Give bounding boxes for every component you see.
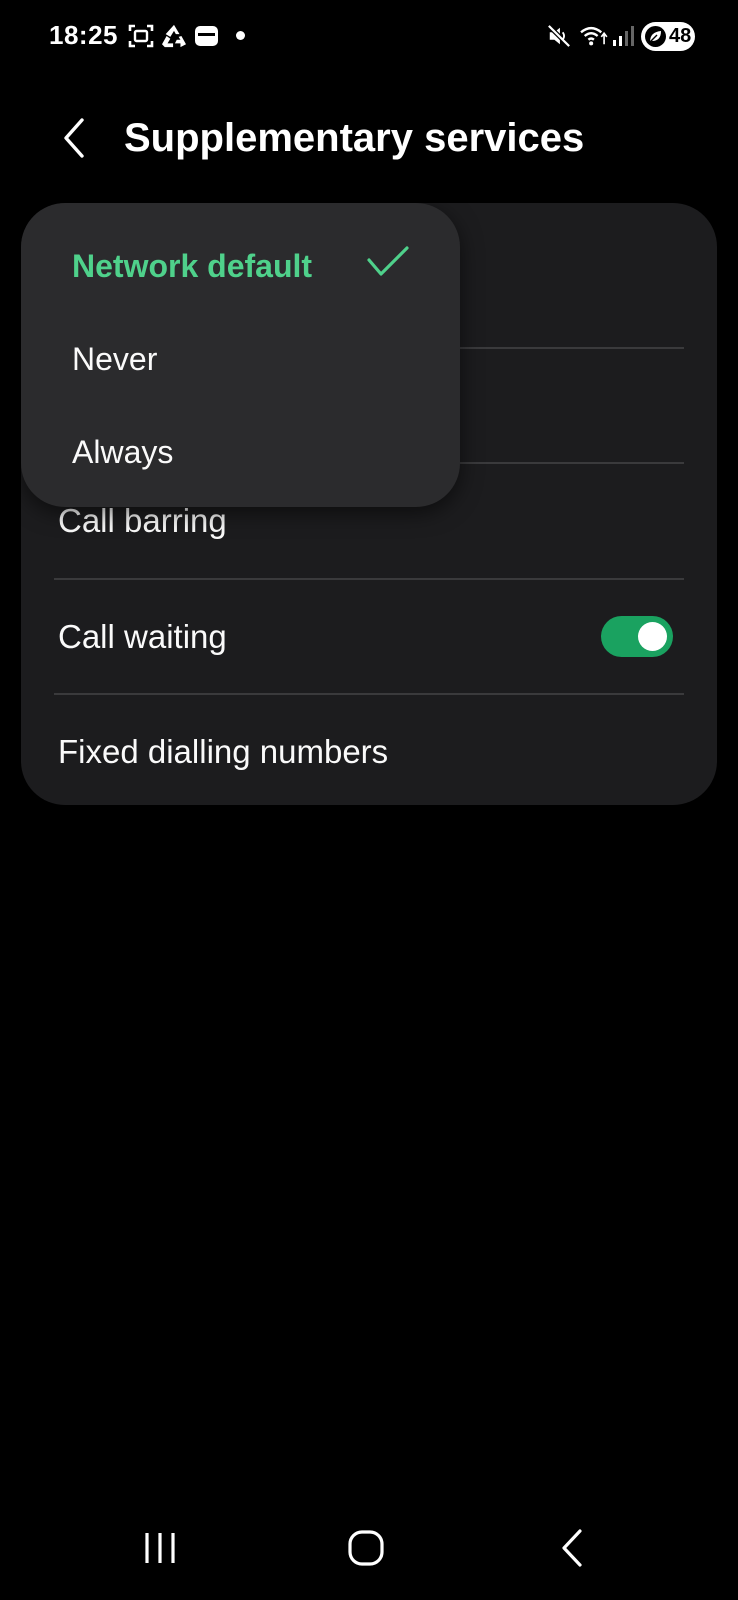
home-button[interactable] (326, 1520, 406, 1576)
screenshot-icon (128, 24, 154, 48)
battery-indicator: 48 (641, 22, 695, 51)
home-icon (348, 1530, 384, 1566)
wallet-icon (195, 26, 218, 46)
status-time: 18:25 (49, 20, 118, 50)
back-icon (562, 1529, 582, 1567)
nav-back-button[interactable] (532, 1520, 612, 1576)
recents-button[interactable] (120, 1520, 200, 1576)
option-label: Network default (72, 248, 313, 284)
option-never[interactable]: Never (21, 313, 460, 405)
recents-icon (145, 1533, 175, 1563)
mute-icon (547, 24, 571, 48)
settings-row-call-waiting[interactable]: Call waiting (21, 580, 717, 694)
options-popup: Network default Never Always (21, 203, 460, 507)
navigation-bar (0, 1510, 738, 1590)
call-waiting-toggle[interactable] (601, 616, 673, 657)
chevron-left-icon (64, 118, 84, 158)
option-always[interactable]: Always (21, 406, 460, 498)
settings-row-fixed-dialling[interactable]: Fixed dialling numbers (21, 695, 717, 809)
power-saving-icon (645, 26, 666, 47)
option-label: Always (72, 434, 174, 470)
option-network-default[interactable]: Network default (21, 220, 460, 312)
battery-level: 48 (669, 25, 692, 47)
fixed-dialling-label: Fixed dialling numbers (58, 733, 389, 770)
page-title: Supplementary services (124, 116, 585, 160)
option-label: Never (72, 341, 158, 377)
call-waiting-label: Call waiting (58, 618, 227, 655)
back-button[interactable] (52, 112, 96, 164)
signal-icon (613, 26, 634, 46)
toggle-knob (638, 622, 667, 651)
recycle-icon (162, 24, 186, 48)
wifi-icon (580, 26, 608, 46)
checkmark-icon (367, 246, 409, 276)
status-bar: 18:25 48 (0, 0, 738, 72)
app-header: Supplementary services (0, 100, 738, 180)
notification-dot (236, 31, 245, 40)
